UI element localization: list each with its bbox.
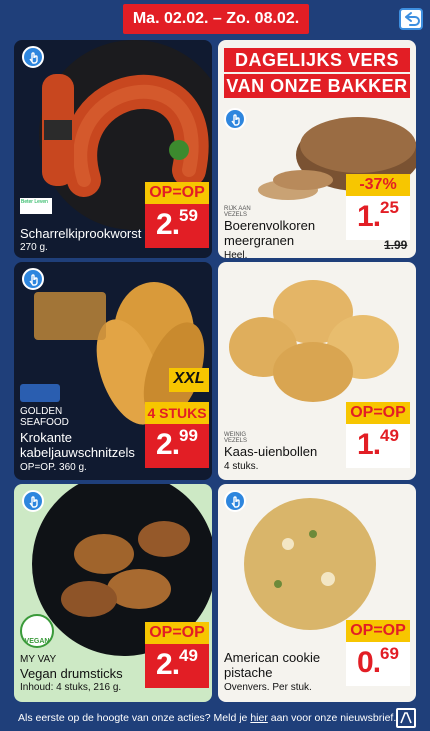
product-name: Krokante kabeljauwschnitzels [20,430,135,460]
price-tag: 2.49 [145,644,209,688]
discount-badge: -37% [346,174,410,196]
price-tag: 1.25 [346,196,410,240]
product-card-cookie[interactable]: American cookie pistache Ovenvers. Per s… [218,484,416,702]
date-range-banner: Ma. 02.02. – Zo. 08.02. [123,4,309,34]
price-tag: 2.59 [145,204,209,248]
product-desc: 4 stuks. [224,461,259,472]
back-arrow-icon [405,12,420,26]
xxl-badge: XXL [169,368,209,392]
product-name: Kaas-uienbollen [224,444,318,459]
old-price: 1.99 [384,238,408,252]
tap-hand-icon[interactable] [224,108,246,130]
product-desc: Ovenvers. Per stuk. [224,682,312,693]
footer-text-before: Als eerste op de hoogte van onze acties?… [18,712,251,724]
top-bar: Ma. 02.02. – Zo. 08.02. [0,0,430,36]
product-card-brood[interactable]: DAGELIJKS VERS VAN ONZE BAKKER RIJK AAN … [218,40,416,258]
brand-line2: SEAFOOD [20,417,69,428]
msc-label [20,384,60,402]
aldi-logo-icon [396,708,416,728]
back-button[interactable] [399,8,423,30]
stuks-badge: 4 STUKS [145,402,209,424]
op-op-badge: OP=OP [346,402,410,424]
op-op-badge: OP=OP [346,620,410,642]
footer-text-after: aan voor onze nieuwsbrief. [267,712,397,724]
product-name: Boerenvolkoren meergranen [224,218,316,248]
product-name: American cookie pistache [224,650,321,680]
product-desc: Heel. [224,250,248,258]
product-desc: OP=OP. 360 g. [20,462,87,473]
brand-name: MY VAY [20,654,57,665]
product-card-kaasuienbollen[interactable]: WEINIG VEZELS Kaas-uienbollen 4 stuks. O… [218,262,416,480]
op-op-badge: OP=OP [145,622,209,644]
fiber-label: RIJK AAN VEZELS [224,206,251,218]
product-card-vegan-drumsticks[interactable]: VEGAN MY VAY Vegan drumsticks Inhoud: 4 … [14,484,212,702]
product-card-kabeljauw[interactable]: GOLDEN SEAFOOD Krokante kabeljauwschnitz… [14,262,212,480]
tap-hand-icon[interactable] [22,490,44,512]
price-tag: 2.99 [145,424,209,468]
op-op-badge: OP=OP [145,182,209,204]
price-tag: 1.49 [346,424,410,468]
product-desc: 270 g. [20,242,48,253]
tap-hand-icon[interactable] [22,268,44,290]
tap-hand-icon[interactable] [224,490,246,512]
product-desc: Inhoud: 4 stuks, 216 g. [20,682,122,693]
price-tag: 0.69 [346,642,410,686]
newsletter-link[interactable]: hier [250,712,268,724]
beter-leven-label: Beter Leven [20,198,52,214]
product-name: Vegan drumsticks [20,666,123,681]
vegan-label: VEGAN [20,614,54,648]
newsletter-footer: Als eerste op de hoogte van onze acties?… [0,706,430,730]
product-card-rookworst[interactable]: Beter Leven Scharrelkiprookworst 270 g. … [14,40,212,258]
fiber-label: WEINIG VEZELS [224,432,248,444]
product-name: Scharrelkiprookworst [20,226,142,241]
tap-hand-icon[interactable] [22,46,44,68]
